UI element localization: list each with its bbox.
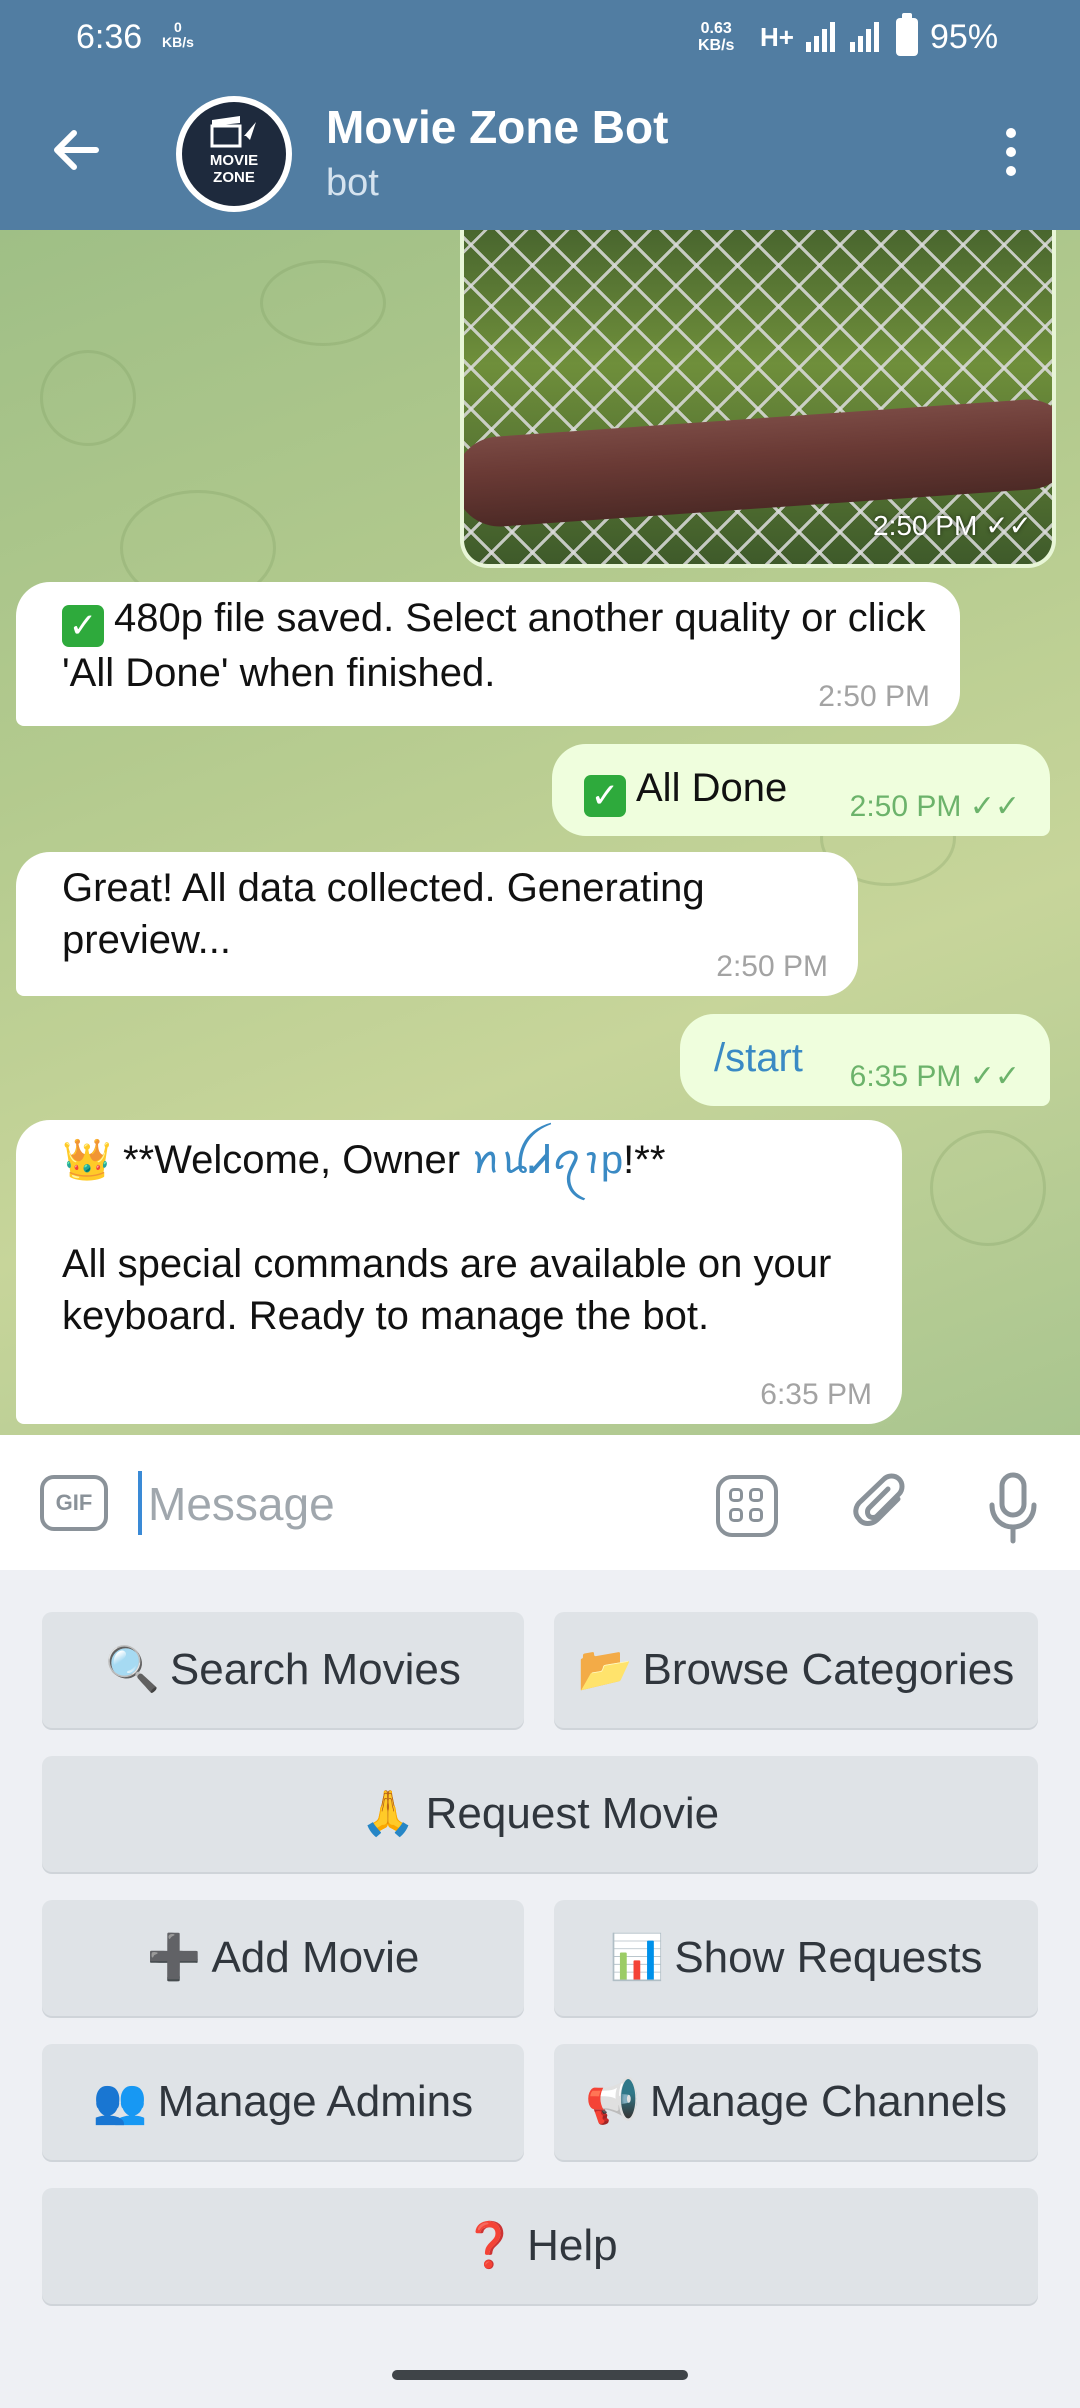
message-text: All special commands are available on yo… [62,1242,832,1338]
avatar-text-zone: ZONE [213,169,255,186]
search-movies-button[interactable]: 🔍 Search Movies [42,1612,524,1728]
network-type: H+ [760,22,794,52]
text-caret [138,1471,142,1535]
command-text[interactable]: /start [714,1036,803,1080]
check-mark-icon: ✓ [584,775,626,817]
signal-icon [806,22,835,52]
chat-subtitle: bot [326,162,379,204]
megaphone-icon: 📢 [585,2077,640,2126]
message-time: 6:35 PM [760,1378,872,1411]
gif-button[interactable]: GIF [40,1475,108,1531]
message-time: 2:50 PM ✓✓ [873,510,1032,541]
battery-icon [896,13,918,56]
message-composer: GIF [0,1435,1080,1570]
welcome-line: 👑 **Welcome, Owner ꪀꪊᏗꪖꪱp!** [62,1138,666,1182]
message-time: 2:50 PM [716,950,828,983]
microphone-icon[interactable] [978,1471,1048,1545]
network-speed-left: 0 KB/s [162,19,194,50]
chat-area[interactable]: 2:50 PM ✓✓ ✓ 480p file saved. Select anot… [0,230,1080,1435]
outgoing-message[interactable]: /start 6:35 PM ✓✓ [680,1014,1050,1106]
background-doodle [260,260,386,346]
status-time: 6:36 [76,18,143,56]
message-time: 6:35 PM ✓✓ [849,1060,1020,1093]
signal-icon-2 [850,22,879,52]
folder-icon: 📂 [577,1645,633,1694]
incoming-message[interactable]: Great! All data collected. Generating pr… [16,852,858,996]
browse-categories-button[interactable]: 📂 Browse Categories [554,1612,1038,1728]
question-mark-icon: ❓ [462,2221,518,2270]
manage-admins-button[interactable]: 👥 Manage Admins [42,2044,524,2160]
incoming-message[interactable]: ✓ 480p file saved. Select another quality… [16,582,960,726]
network-speed-right: 0.63 KB/s [698,20,735,54]
more-menu-icon[interactable] [996,128,1026,180]
top-bar: 6:36 0 KB/s 0.63 KB/s H+ 95% MOVIE ZONE … [0,0,1080,230]
avatar-logo: MOVIE ZONE [182,102,286,206]
back-arrow-icon[interactable] [46,120,106,180]
help-button[interactable]: ❓ Help [42,2188,1038,2304]
status-bar: 6:36 0 KB/s 0.63 KB/s H+ 95% [0,0,1080,78]
message-time: 2:50 PM [818,680,930,713]
battery-percent: 95% [930,18,999,56]
message-text: 480p file saved. Select another quality … [62,596,926,695]
bot-keyboard-icon[interactable] [716,1475,778,1537]
plus-icon: ➕ [146,1933,202,1982]
people-icon: 👥 [92,2077,148,2126]
clapperboard-icon [210,116,256,148]
request-movie-button[interactable]: 🙏 Request Movie [42,1756,1038,1872]
background-doodle [40,350,136,446]
bot-keyboard: 🔍 Search Movies 📂 Browse Categories 🙏 Reque… [0,1570,1080,2408]
manage-channels-button[interactable]: 📢 Manage Channels [554,2044,1038,2160]
message-text: Great! All data collected. Generating pr… [62,866,705,962]
paperclip-icon[interactable] [848,1471,918,1541]
check-mark-icon: ✓ [62,605,104,647]
folded-hands-icon: 🙏 [360,1789,416,1838]
home-indicator[interactable] [392,2370,688,2380]
background-doodle [930,1130,1046,1246]
message-text: All Done [636,766,788,810]
avatar[interactable]: MOVIE ZONE [176,96,292,212]
message-time: 2:50 PM ✓✓ [849,790,1020,823]
user-handle[interactable]: ꪀꪊᏗꪖꪱp [471,1138,623,1182]
crown-icon: 👑 [62,1138,112,1182]
chat-title[interactable]: Movie Zone Bot [326,100,668,154]
add-movie-button[interactable]: ➕ Add Movie [42,1900,524,2016]
outgoing-message[interactable]: ✓ All Done 2:50 PM ✓✓ [552,744,1050,836]
magnifier-icon: 🔍 [105,1645,160,1694]
message-input[interactable] [146,1469,650,1539]
bar-chart-icon: 📊 [609,1933,665,1982]
photo-message[interactable]: 2:50 PM ✓✓ [460,230,1056,568]
show-requests-button[interactable]: 📊 Show Requests [554,1900,1038,2016]
avatar-text-movie: MOVIE [209,152,259,169]
incoming-message[interactable]: 👑 **Welcome, Owner ꪀꪊᏗꪖꪱp!** All special… [16,1120,902,1424]
